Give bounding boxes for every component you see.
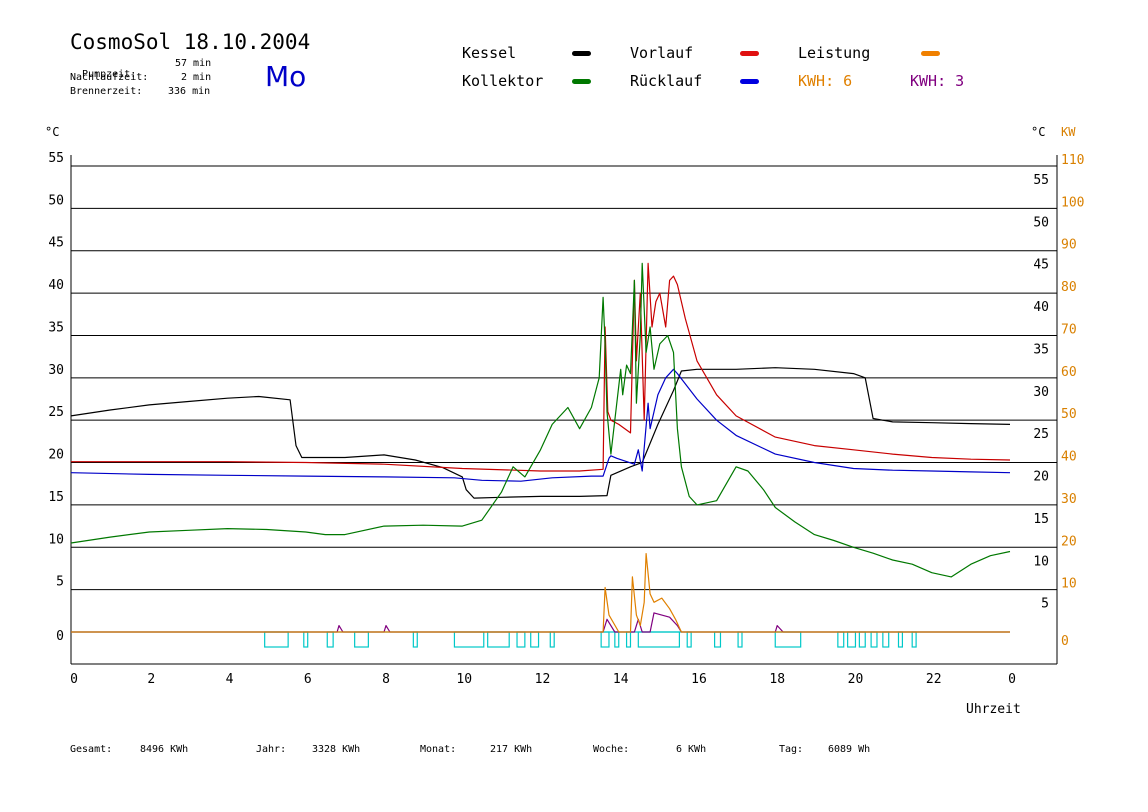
pump-interval bbox=[516, 631, 526, 648]
kw-tick-label: 30 bbox=[1061, 492, 1077, 507]
x-tick-label: 18 bbox=[769, 672, 785, 687]
monat-value: 217 KWh bbox=[490, 744, 533, 755]
y-tick-label-left: 30 bbox=[48, 363, 64, 378]
x-tick-label: 10 bbox=[456, 672, 472, 687]
woche-label: Woche: bbox=[593, 744, 630, 755]
x-tick-label: 0 bbox=[70, 672, 78, 687]
pump-interval bbox=[303, 631, 309, 648]
pump-interval bbox=[600, 631, 610, 648]
x-tick-label: 12 bbox=[535, 672, 551, 687]
y-tick-label-left: 35 bbox=[48, 320, 64, 335]
kw-tick-label: 90 bbox=[1061, 238, 1077, 253]
series-line-ruecklauf bbox=[70, 368, 1011, 482]
pump-interval bbox=[686, 631, 692, 648]
x-tick-label: 16 bbox=[691, 672, 707, 687]
monat-label: Monat: bbox=[420, 744, 457, 755]
pump-interval bbox=[882, 631, 890, 648]
pump-interval bbox=[714, 631, 722, 648]
tag-value: 6089 Wh bbox=[828, 744, 871, 755]
x-tick-label: 2 bbox=[147, 672, 155, 687]
jahr-value: 3328 KWh bbox=[312, 744, 361, 755]
pump-interval bbox=[453, 631, 485, 648]
y-tick-label-right: 30 bbox=[1033, 385, 1049, 400]
y-tick-label-left: 55 bbox=[48, 151, 64, 166]
kw-tick-label: 60 bbox=[1061, 365, 1077, 380]
kw-tick-label: 10 bbox=[1061, 577, 1077, 592]
pump-interval bbox=[911, 631, 917, 648]
pump-interval bbox=[625, 631, 632, 648]
gesamt-label: Gesamt: bbox=[70, 744, 113, 755]
pump-interval bbox=[837, 631, 845, 648]
pump-interval bbox=[326, 631, 334, 648]
kw-tick-label: 70 bbox=[1061, 322, 1077, 337]
x-tick-label: 0 bbox=[1008, 672, 1016, 687]
kw-tick-label: 40 bbox=[1061, 450, 1077, 465]
x-tick-label: 8 bbox=[382, 672, 390, 687]
kw-tick-label: 80 bbox=[1061, 280, 1077, 295]
x-tick-label: 22 bbox=[926, 672, 942, 687]
kw-tick-label: 110 bbox=[1061, 153, 1084, 168]
pump-interval bbox=[354, 631, 369, 648]
x-tick-label: 4 bbox=[226, 672, 234, 687]
pump-interval bbox=[487, 631, 510, 648]
jahr-label: Jahr: bbox=[256, 744, 287, 755]
pump-interval bbox=[737, 631, 743, 648]
y-tick-label-right: 50 bbox=[1033, 215, 1049, 230]
y-tick-label-right: 15 bbox=[1033, 512, 1049, 527]
y-tick-label-right: 25 bbox=[1033, 427, 1049, 442]
pump-interval bbox=[847, 631, 857, 648]
pump-interval bbox=[858, 631, 866, 648]
y-tick-label-left: 15 bbox=[48, 490, 64, 505]
y-tick-label-right: 20 bbox=[1033, 470, 1049, 485]
y-tick-label-right: 40 bbox=[1033, 300, 1049, 315]
chart-canvas: 0510152025303540455055510152025303540455… bbox=[48, 151, 1084, 687]
y-tick-label-left: 0 bbox=[56, 629, 64, 644]
x-tick-label: 6 bbox=[304, 672, 312, 687]
y-tick-label-right: 10 bbox=[1033, 554, 1049, 569]
pump-interval bbox=[530, 631, 540, 648]
x-tick-label: 20 bbox=[848, 672, 864, 687]
series-line-leistung bbox=[71, 552, 1010, 633]
series-line-vorlauf bbox=[71, 262, 1011, 472]
pump-interval bbox=[264, 631, 289, 648]
y-tick-label-left: 45 bbox=[48, 236, 64, 251]
pump-interval bbox=[412, 631, 418, 648]
kw-tick-label: 100 bbox=[1061, 195, 1084, 210]
woche-value: 6 KWh bbox=[676, 744, 707, 755]
gesamt-value: 8496 KWh bbox=[140, 744, 189, 755]
y-tick-label-left: 40 bbox=[48, 278, 64, 293]
y-tick-label-left: 25 bbox=[48, 405, 64, 420]
kw-tick-label: 50 bbox=[1061, 407, 1077, 422]
pump-interval bbox=[637, 631, 680, 648]
pump-interval bbox=[897, 631, 904, 648]
kw-tick-label: 0 bbox=[1061, 634, 1069, 649]
y-tick-label-right: 45 bbox=[1033, 258, 1049, 273]
pump-interval bbox=[549, 631, 555, 648]
y-tick-label-left: 20 bbox=[48, 448, 64, 463]
y-tick-label-right: 35 bbox=[1033, 342, 1049, 357]
y-tick-label-right: 5 bbox=[1041, 597, 1049, 612]
kw-tick-label: 20 bbox=[1061, 534, 1077, 549]
y-tick-label-right: 55 bbox=[1033, 173, 1049, 188]
pump-interval bbox=[774, 631, 802, 648]
y-tick-label-left: 5 bbox=[56, 575, 64, 590]
series-line-kwh bbox=[71, 612, 1010, 633]
tag-label: Tag: bbox=[779, 744, 804, 755]
pump-interval bbox=[870, 631, 878, 648]
pump-interval bbox=[614, 631, 620, 648]
y-tick-label-left: 10 bbox=[48, 532, 64, 547]
x-tick-label: 14 bbox=[613, 672, 629, 687]
y-tick-label-left: 50 bbox=[48, 193, 64, 208]
